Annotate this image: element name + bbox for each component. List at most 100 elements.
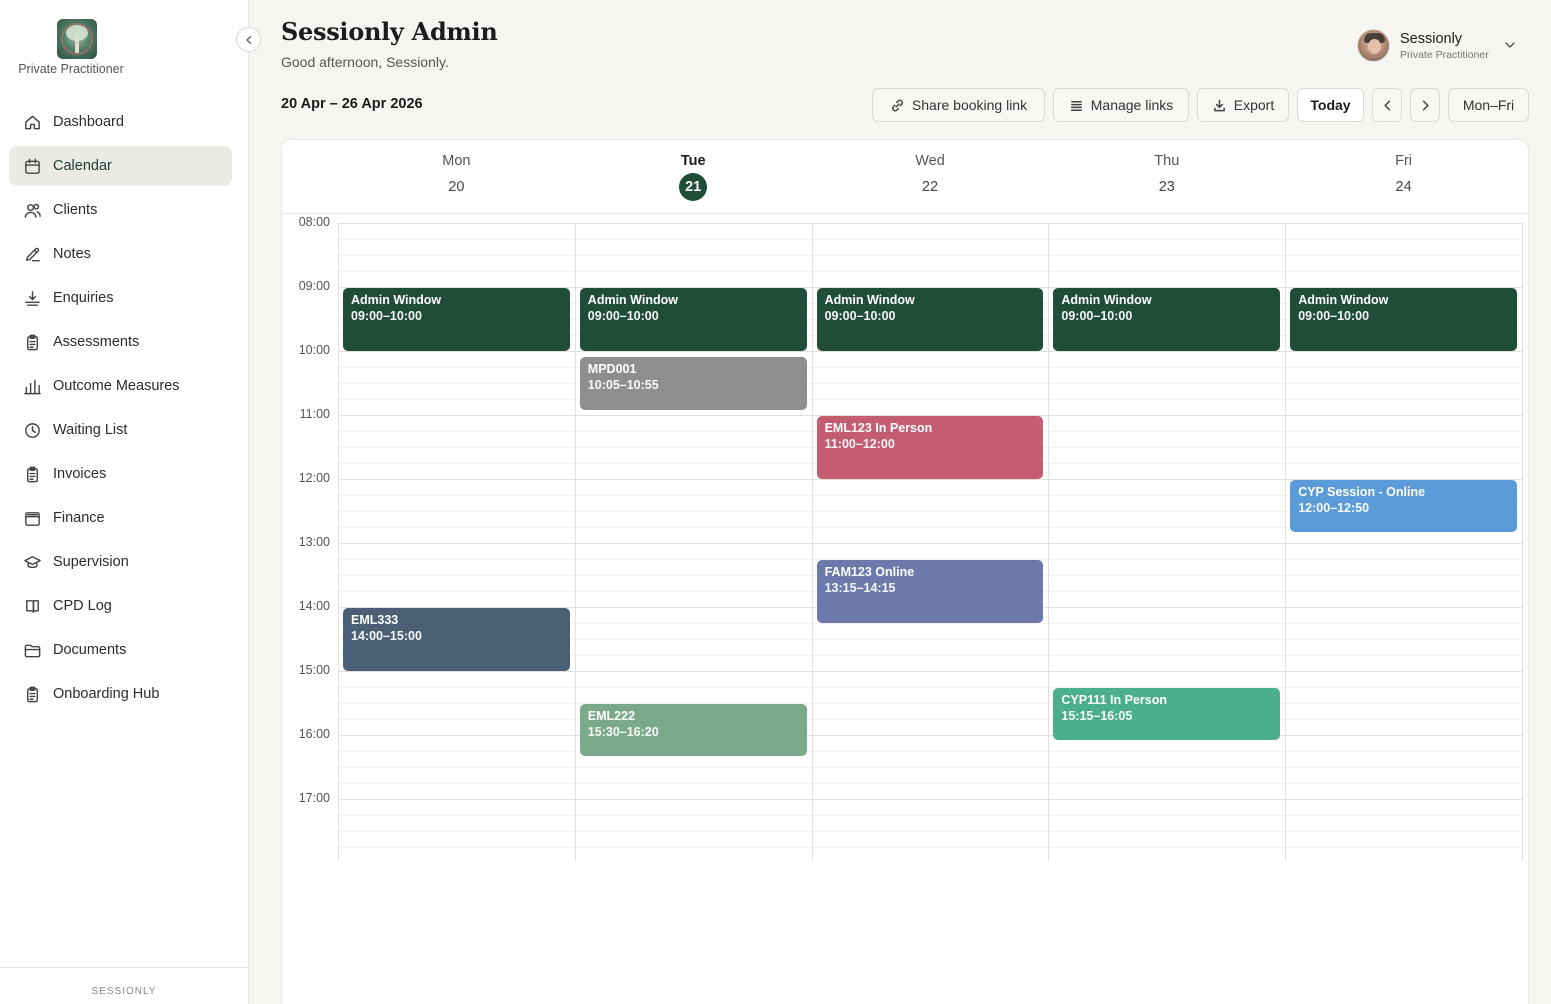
day-header-wed[interactable]: Wed 22 xyxy=(812,140,1049,213)
sidebar-item-waiting-list[interactable]: Waiting List xyxy=(9,410,232,450)
calendar-event[interactable]: EML222 15:30–16:20 xyxy=(579,704,807,757)
event-time: 13:15–14:15 xyxy=(824,581,896,595)
chevron-left-icon xyxy=(245,35,251,44)
sidebar-item-invoices[interactable]: Invoices xyxy=(9,454,232,494)
day-column-divider xyxy=(1522,223,1523,861)
hour-line xyxy=(338,799,1522,800)
day-header-fri[interactable]: Fri 24 xyxy=(1285,140,1522,213)
sidebar-item-label: Documents xyxy=(53,642,127,658)
calendar-event[interactable]: Admin Window 09:00–10:00 xyxy=(579,288,807,351)
calendar-event[interactable]: MPD001 10:05–10:55 xyxy=(579,357,807,410)
time-label: 08:00 xyxy=(298,215,330,229)
view-mode-button[interactable]: Mon–Fri xyxy=(1448,88,1529,122)
calendar-event[interactable]: Admin Window 09:00–10:00 xyxy=(1053,288,1281,351)
sidebar-nav: Dashboard Calendar Clients Notes Enquiries As… xyxy=(9,102,232,718)
sidebar-item-assessments[interactable]: Assessments xyxy=(9,322,232,362)
sidebar-item-label: Notes xyxy=(53,246,91,262)
manage-links-button[interactable]: Manage links xyxy=(1053,88,1189,122)
calendar-event[interactable]: CYP111 In Person 15:15–16:05 xyxy=(1053,688,1281,741)
calendar-event[interactable]: CYP Session - Online 12:00–12:50 xyxy=(1290,480,1517,533)
day-number: 22 xyxy=(921,179,939,195)
event-title: CYP Session - Online xyxy=(1298,485,1426,499)
previous-week-button[interactable] xyxy=(1372,88,1402,122)
sidebar-item-dashboard[interactable]: Dashboard xyxy=(9,102,232,142)
time-grid[interactable]: 08:00 09:00 10:00 11:00 12:00 13:00 14:00 15:00… xyxy=(282,214,1528,874)
sidebar-item-notes[interactable]: Notes xyxy=(9,234,232,274)
collapse-sidebar-button[interactable] xyxy=(236,27,261,52)
event-title: FAM123 Online xyxy=(824,565,915,579)
pencil-icon xyxy=(22,244,42,264)
manage-links-label: Manage links xyxy=(1090,97,1174,113)
day-name: Mon xyxy=(442,153,471,169)
sidebar-item-finance[interactable]: Finance xyxy=(9,498,232,538)
event-time: 09:00–10:00 xyxy=(1298,309,1370,323)
event-time: 14:00–15:00 xyxy=(351,629,422,643)
inbox-download-icon xyxy=(22,288,42,308)
day-number: 23 xyxy=(1158,179,1175,195)
wallet-icon xyxy=(22,508,42,528)
calendar-event[interactable]: Admin Window 09:00–10:00 xyxy=(343,288,570,351)
sidebar-item-onboarding-hub[interactable]: Onboarding Hub xyxy=(9,674,232,714)
book-icon xyxy=(22,596,42,616)
calendar-icon xyxy=(22,156,42,176)
time-label: 15:00 xyxy=(298,663,330,677)
clipboard-icon xyxy=(22,464,42,484)
calendar-event[interactable]: EML333 14:00–15:00 xyxy=(343,608,570,671)
time-label: 12:00 xyxy=(298,471,330,485)
quarter-line xyxy=(338,719,1522,720)
event-title: Admin Window xyxy=(824,293,915,307)
calendar-event[interactable]: Admin Window 09:00–10:00 xyxy=(816,288,1044,351)
home-icon xyxy=(22,112,42,132)
link-icon xyxy=(891,99,903,111)
event-title: Admin Window xyxy=(351,293,442,307)
sidebar-item-cpd-log[interactable]: CPD Log xyxy=(9,586,232,626)
event-time: 09:00–10:00 xyxy=(351,309,422,323)
sidebar: Private Practitioner Dashboard Calendar Cl… xyxy=(0,0,249,1004)
day-name: Thu xyxy=(1154,153,1180,169)
users-icon xyxy=(22,200,42,220)
sidebar-item-clients[interactable]: Clients xyxy=(9,190,232,230)
day-header-mon[interactable]: Mon 20 xyxy=(338,140,575,213)
export-button[interactable]: Export xyxy=(1197,88,1289,122)
time-label: 13:00 xyxy=(298,535,330,549)
logo[interactable] xyxy=(57,19,97,59)
sidebar-item-calendar[interactable]: Calendar xyxy=(9,146,232,186)
time-label: 17:00 xyxy=(298,791,330,805)
time-label: 09:00 xyxy=(298,279,330,293)
day-number: 21 xyxy=(679,173,708,201)
today-button[interactable]: Today xyxy=(1297,88,1364,122)
event-time: 15:30–16:20 xyxy=(587,725,659,739)
date-range: 20 Apr – 26 Apr 2026 xyxy=(281,96,423,112)
event-title: EML222 xyxy=(587,709,636,723)
user-role: Private Practitioner xyxy=(1400,49,1489,61)
day-header-thu[interactable]: Thu 23 xyxy=(1048,140,1285,213)
graduation-cap-icon xyxy=(22,552,42,572)
calendar-event[interactable]: FAM123 Online 13:15–14:15 xyxy=(816,560,1044,623)
folder-icon xyxy=(22,640,42,660)
share-booking-link-button[interactable]: Share booking link xyxy=(872,88,1045,122)
day-name: Fri xyxy=(1395,153,1413,169)
event-title: MPD001 xyxy=(587,362,637,377)
quarter-line xyxy=(338,383,1522,384)
time-label: 14:00 xyxy=(298,599,330,613)
page-title: Sessionly Admin xyxy=(281,17,498,46)
sidebar-item-label: Supervision xyxy=(53,554,129,570)
next-week-button[interactable] xyxy=(1410,88,1440,122)
day-header-tue[interactable]: Tue 21 xyxy=(575,140,812,213)
user-menu[interactable]: Sessionly Private Practitioner xyxy=(1357,29,1527,63)
greeting: Good afternoon, Sessionly. xyxy=(281,54,449,70)
time-label: 11:00 xyxy=(299,407,330,421)
sidebar-item-documents[interactable]: Documents xyxy=(9,630,232,670)
download-icon xyxy=(1213,99,1225,111)
today-label: Today xyxy=(1310,97,1351,113)
hour-line xyxy=(338,351,1522,352)
calendar-event[interactable]: EML123 In Person 11:00–12:00 xyxy=(816,416,1044,479)
brand-subtitle: Private Practitioner xyxy=(18,62,124,76)
sidebar-item-enquiries[interactable]: Enquiries xyxy=(9,278,232,318)
sidebar-item-label: Enquiries xyxy=(53,290,114,306)
sidebar-item-supervision[interactable]: Supervision xyxy=(9,542,232,582)
sidebar-item-outcome-measures[interactable]: Outcome Measures xyxy=(9,366,232,406)
quarter-line xyxy=(338,239,1522,240)
event-title: Admin Window xyxy=(1061,293,1152,307)
calendar-event[interactable]: Admin Window 09:00–10:00 xyxy=(1290,288,1517,351)
